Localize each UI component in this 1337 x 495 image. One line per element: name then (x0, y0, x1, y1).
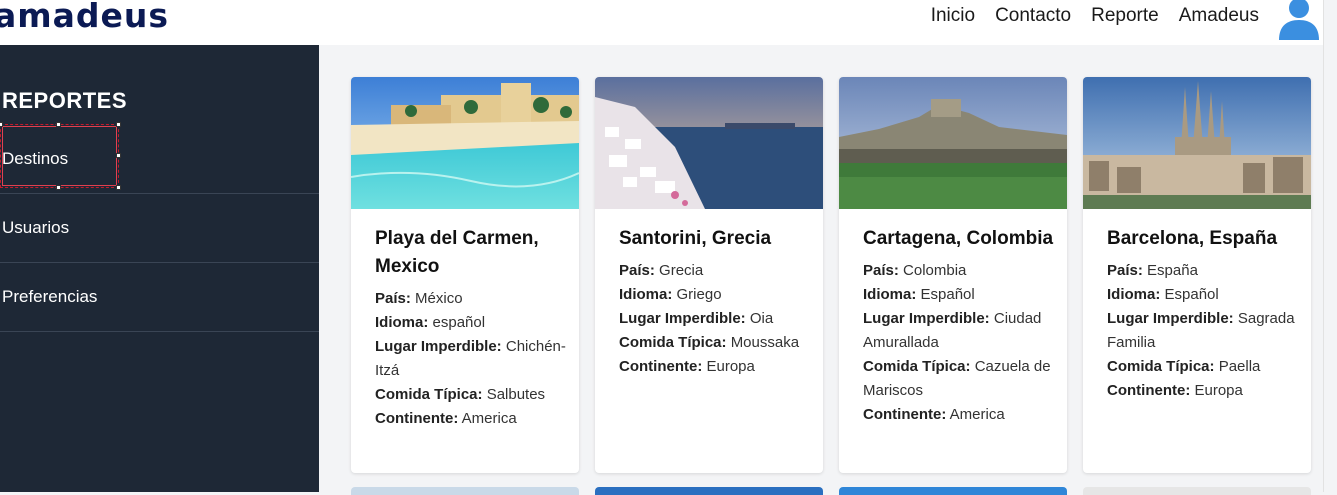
field-value: Griego (676, 286, 722, 303)
sidebar-item-label: Preferencias (2, 287, 98, 306)
nav-inicio[interactable]: Inicio (931, 4, 975, 28)
field-label: País: (375, 290, 411, 307)
card-title: Cartagena, Colombia (863, 228, 1054, 249)
field-label: Lugar Imperdible: (1107, 310, 1234, 327)
field-label: Comida Típica: (1107, 358, 1215, 375)
page-scrollbar[interactable] (1323, 0, 1337, 492)
top-header: amadeus Inicio Contacto Reporte Amadeus (0, 0, 1337, 45)
card-title: Playa del Carmen, Mexico (375, 228, 539, 277)
destination-card[interactable]: Cartagena, Colombia País: Colombia Idiom… (839, 77, 1067, 473)
field-value: México (415, 290, 463, 307)
field-value: España (1147, 262, 1198, 279)
sidebar-item-preferencias[interactable]: Preferencias (0, 263, 319, 332)
nav-reporte[interactable]: Reporte (1091, 4, 1159, 28)
field-label: Idioma: (863, 286, 917, 303)
selection-outline (0, 122, 121, 190)
destination-card[interactable]: Playa del Carmen, Mexico País: México Id… (351, 77, 579, 473)
field-value: America (461, 410, 517, 427)
field-value: Europa (706, 358, 755, 375)
main-nav: Inicio Contacto Reporte Amadeus (931, 4, 1259, 28)
resize-handle[interactable] (56, 122, 61, 127)
resize-handle[interactable] (56, 185, 61, 190)
field-value: America (949, 406, 1005, 423)
field-value: Oia (749, 310, 774, 327)
user-icon[interactable] (1277, 0, 1321, 40)
field-label: País: (619, 262, 655, 279)
resize-handle[interactable] (116, 153, 121, 158)
field-label: Continente: (1107, 382, 1191, 399)
destination-photo (839, 77, 1067, 209)
sidebar-item-usuarios[interactable]: Usuarios (0, 194, 319, 263)
field-label: Idioma: (1107, 286, 1161, 303)
card-body: Santorini, Grecia País: Grecia Idioma: G… (619, 225, 815, 379)
destination-photo (351, 77, 579, 209)
field-label: País: (863, 262, 899, 279)
field-label: Comida Típica: (375, 386, 483, 403)
field-label: País: (1107, 262, 1143, 279)
sidebar-title: REPORTES (2, 88, 128, 113)
field-value: Colombia (903, 262, 967, 279)
destination-card[interactable]: Santorini, Grecia País: Grecia Idioma: G… (595, 77, 823, 473)
field-value: Español (1164, 286, 1219, 303)
destination-card[interactable]: Barcelona, España País: España Idioma: E… (1083, 77, 1311, 473)
card-body: Barcelona, España País: España Idioma: E… (1107, 225, 1303, 403)
field-value: Paella (1218, 358, 1261, 375)
field-label: Continente: (863, 406, 947, 423)
destination-card-peek[interactable] (839, 487, 1067, 495)
sidebar: REPORTES Destinos Usuarios Preferencias (0, 45, 319, 492)
field-label: Lugar Imperdible: (619, 310, 746, 327)
card-title: Santorini, Grecia (619, 228, 772, 249)
nav-contacto[interactable]: Contacto (995, 4, 1071, 28)
nav-amadeus[interactable]: Amadeus (1179, 4, 1259, 28)
field-label: Idioma: (619, 286, 673, 303)
amadeus-logo[interactable]: amadeus (0, 0, 169, 36)
sidebar-item-label: Usuarios (2, 218, 70, 237)
field-label: Idioma: (375, 314, 429, 331)
field-value: Grecia (659, 262, 704, 279)
field-label: Lugar Imperdible: (375, 338, 502, 355)
destination-photo (595, 77, 823, 209)
card-body: Cartagena, Colombia País: Colombia Idiom… (863, 225, 1059, 427)
destination-card-peek[interactable] (351, 487, 579, 495)
resize-handle[interactable] (116, 122, 121, 127)
destination-card-peek[interactable] (595, 487, 823, 495)
card-body: Playa del Carmen, Mexico País: México Id… (375, 225, 571, 431)
field-label: Comida Típica: (863, 358, 971, 375)
destination-card-peek[interactable] (1083, 487, 1311, 495)
field-value: Español (920, 286, 975, 303)
field-label: Lugar Imperdible: (863, 310, 990, 327)
resize-handle[interactable] (116, 185, 121, 190)
destination-photo (1083, 77, 1311, 209)
field-value: Moussaka (730, 334, 800, 351)
resize-handle[interactable] (0, 122, 3, 127)
field-value: español (432, 314, 486, 331)
field-label: Continente: (375, 410, 459, 427)
field-label: Continente: (619, 358, 703, 375)
field-label: Comida Típica: (619, 334, 727, 351)
card-title: Barcelona, España (1107, 228, 1278, 249)
field-value: Salbutes (486, 386, 546, 403)
field-value: Europa (1194, 382, 1243, 399)
